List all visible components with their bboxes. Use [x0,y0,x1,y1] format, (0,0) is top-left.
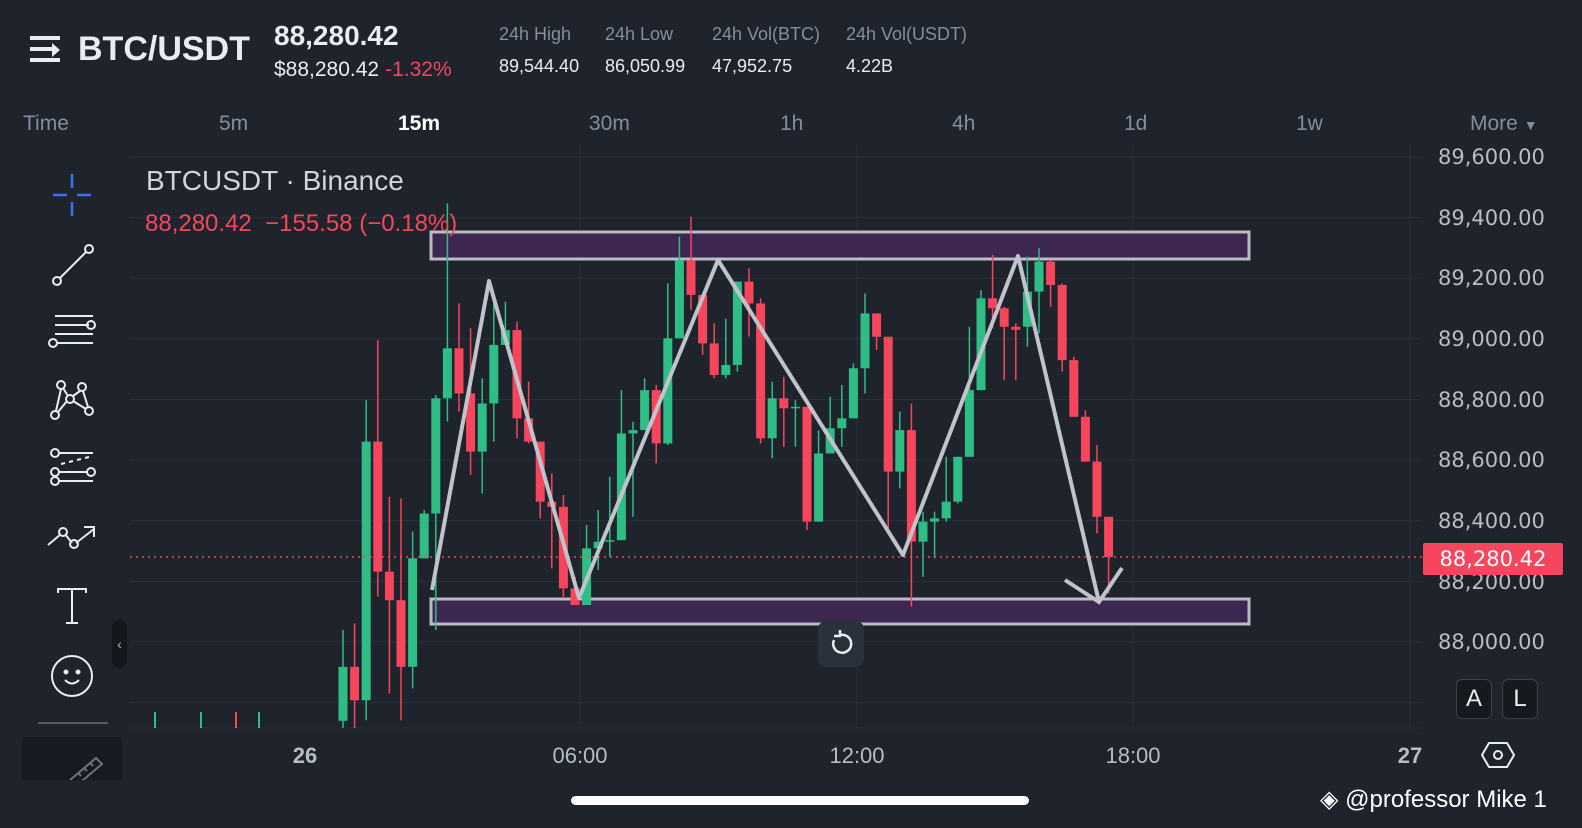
candle-body [895,430,905,472]
candle-body [338,666,348,721]
candle-body [848,368,858,419]
settings-hexagon-icon[interactable] [1480,740,1516,775]
candle-body [477,403,487,452]
x-tick: 26 [292,743,318,768]
candle-body [860,313,870,369]
watermark-text: @professor Mike 1 [1345,786,1547,813]
candle-body [721,364,731,375]
y-tick: 89,200.00 [1438,266,1545,290]
log-scale-button[interactable]: L [1502,679,1538,719]
candle-body [941,501,951,519]
candle-body [1092,461,1102,517]
x-tick: 27 [1397,743,1423,768]
current-price-tag: 88,280.42 [1423,543,1563,575]
candle-body [1046,261,1056,285]
x-tick: 18:00 [1105,743,1161,768]
candle-body [361,441,371,701]
candle-body [1034,261,1044,292]
candle-body [964,390,974,457]
symbol-legend: BTCUSDT · Binance [146,165,404,196]
resistance-zone [429,230,1251,261]
candle-body [1011,326,1021,330]
candle-body [1069,360,1079,417]
y-tick: 88,600.00 [1438,448,1545,472]
auto-scale-button[interactable]: A [1456,679,1492,719]
home-indicator [571,796,1029,805]
candle-body [442,348,452,399]
candle-body [1057,284,1067,361]
candle-body [918,521,928,542]
y-tick: 88,800.00 [1438,388,1545,412]
y-tick: 89,000.00 [1438,327,1545,351]
price-chart[interactable] [0,0,1582,828]
candle-body [999,308,1009,327]
binance-logo-icon: ◈ [1320,786,1339,813]
candle-body [431,398,441,514]
candle-body [814,453,824,522]
y-tick: 89,600.00 [1438,145,1545,169]
ohlc-legend: 88,280.42 −155.58 (−0.18%) [145,210,458,237]
y-tick: 88,000.00 [1438,630,1545,654]
reset-chart-button[interactable] [818,621,864,667]
candle-body [837,418,847,429]
candle-body [396,600,406,667]
candle-body [419,513,429,559]
y-tick: 89,400.00 [1438,206,1545,230]
candle-body [454,348,464,394]
candle-body [709,343,719,375]
x-tick: 06:00 [552,743,608,768]
candle-body [1080,416,1090,462]
candle-body [767,398,777,439]
candle-body [790,406,800,409]
candle-body [779,398,789,409]
watermark: ◈ @professor Mike 1 [1320,785,1547,814]
candle-body [883,336,893,472]
candle-body [605,540,615,542]
candle-body [872,313,882,337]
candle-body [489,344,499,404]
candle-body [640,390,650,431]
x-tick: 12:00 [829,743,885,768]
candle-body [408,558,418,667]
candle-body [930,518,940,522]
y-tick: 88,400.00 [1438,509,1545,533]
candle-body [1104,516,1114,558]
candle-body [628,430,638,434]
zigzag-drawing [430,254,1101,603]
candle-body [953,456,963,502]
candle-body [686,260,696,295]
candle-body [988,298,998,309]
refresh-icon [831,630,853,654]
candle-body [384,571,394,601]
candle-body [744,281,754,304]
candle-body [350,666,360,701]
candle-body [674,260,684,339]
candle-body [802,406,812,522]
candle-body [373,441,383,572]
